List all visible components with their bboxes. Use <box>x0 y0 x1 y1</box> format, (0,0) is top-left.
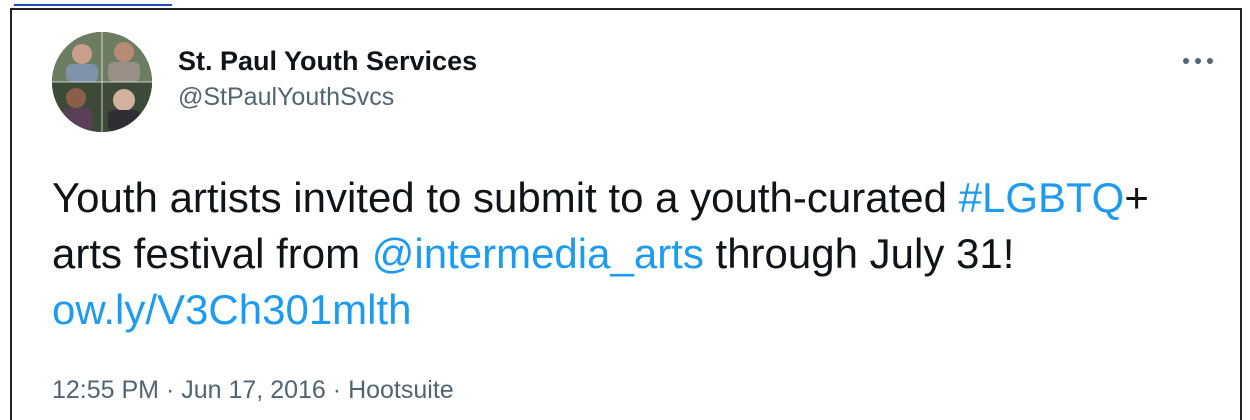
tweet-text-part3: through July 31! <box>715 230 1015 277</box>
tweet-text-part1: Youth artists invited to submit to a you… <box>52 174 947 221</box>
url-link[interactable]: ow.ly/V3Ch301mlth <box>52 286 412 333</box>
tweet-date[interactable]: Jun 17, 2016 <box>181 376 326 404</box>
tweet-source[interactable]: Hootsuite <box>348 376 454 404</box>
display-name[interactable]: St. Paul Youth Services <box>178 44 477 78</box>
tweet-time[interactable]: 12:55 PM <box>52 376 159 404</box>
page: St. Paul Youth Services @StPaulYouthSvcs… <box>0 0 1250 420</box>
meta-separator: · <box>165 376 175 404</box>
cropped-link-underline <box>14 0 172 6</box>
meta-separator: · <box>332 376 342 404</box>
author-block: St. Paul Youth Services @StPaulYouthSvcs <box>178 44 477 114</box>
more-horizontal-icon <box>1183 58 1213 64</box>
user-handle[interactable]: @StPaulYouthSvcs <box>178 80 477 114</box>
more-options-button[interactable] <box>1178 46 1218 76</box>
tweet-meta: 12:55 PM · Jun 17, 2016 · Hootsuite <box>52 376 454 405</box>
mention-link[interactable]: @intermedia_arts <box>372 230 704 277</box>
avatar-photo <box>52 32 152 132</box>
tweet-text: Youth artists invited to submit to a you… <box>52 170 1222 338</box>
tweet-card: St. Paul Youth Services @StPaulYouthSvcs… <box>10 8 1242 420</box>
hashtag-link[interactable]: #LGBTQ <box>959 174 1125 221</box>
avatar[interactable] <box>52 32 152 132</box>
